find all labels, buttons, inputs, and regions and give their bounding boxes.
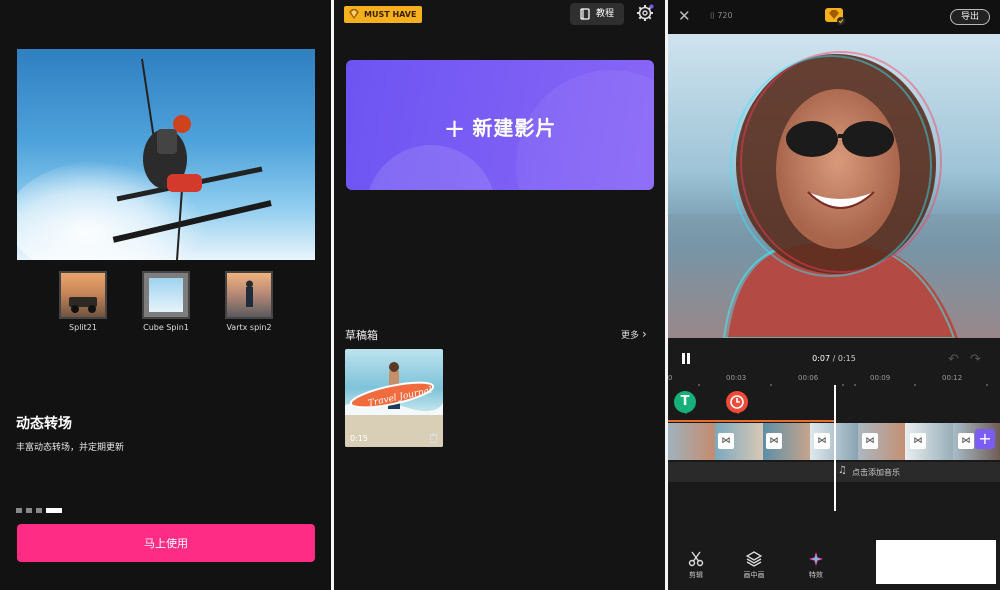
clock-icon: [730, 395, 744, 409]
tool-pip[interactable]: 画中画: [734, 551, 774, 580]
home-screen: MUST HAVE 教程 + 新建影片 草稿箱 更多 › Travel Journa…: [334, 0, 665, 590]
use-now-button[interactable]: 马上使用: [17, 524, 315, 562]
transition-thumb-split21[interactable]: [59, 271, 107, 319]
hero-skier-image: [17, 49, 315, 260]
pip-track-marker[interactable]: [726, 391, 748, 414]
plus-icon: +: [443, 114, 467, 144]
white-overlay-block: [876, 540, 996, 584]
drafts-section-title: 草稿箱: [345, 329, 378, 342]
video-preview: [668, 34, 1000, 338]
clip-thumb[interactable]: [668, 423, 716, 460]
transition-icon[interactable]: ⋈: [766, 433, 782, 449]
ruler-tick: 0: [668, 374, 673, 382]
transition-icon[interactable]: ⋈: [814, 433, 830, 449]
playhead[interactable]: [834, 385, 836, 511]
draft-card[interactable]: Travel Journal 0:15: [345, 349, 443, 447]
transition-icon[interactable]: ⋈: [910, 433, 926, 449]
ruler-tick: 00:06: [798, 374, 819, 382]
scissors-icon: [688, 551, 704, 567]
ruler-tick: 00:03: [726, 374, 747, 382]
transition-icon[interactable]: ⋈: [718, 433, 734, 449]
transition-icon[interactable]: ⋈: [862, 433, 878, 449]
transition-thumb-vartx-spin2[interactable]: [225, 271, 273, 319]
trash-icon[interactable]: [429, 433, 438, 443]
add-music-label: 点击添加音乐: [852, 468, 900, 477]
tool-label: 剪辑: [689, 571, 703, 579]
gem-icon: [349, 9, 359, 19]
playback-controls: 0:07 / 0:15 ↶ ↷: [668, 345, 1000, 371]
feature-title: 动态转场: [16, 416, 72, 432]
page-indicator: [16, 508, 62, 513]
redo-icon[interactable]: ↷: [970, 352, 981, 367]
layers-icon: [746, 551, 762, 567]
more-link[interactable]: 更多 ›: [621, 327, 647, 341]
page-dot[interactable]: [36, 508, 42, 513]
page-dot[interactable]: [26, 508, 32, 513]
gear-icon[interactable]: [636, 4, 654, 22]
resolution-selector[interactable]: ⌷ 720: [710, 11, 733, 21]
export-button[interactable]: 导出: [950, 9, 990, 25]
page-dot[interactable]: [16, 508, 22, 513]
tool-effects[interactable]: 特效: [796, 551, 836, 580]
onboarding-screen: Split21 Cube Spin1 Vartx spin2 动态转场 丰富动态…: [0, 0, 331, 590]
total-time: 0:15: [837, 354, 856, 363]
sparkle-icon: [809, 552, 823, 566]
resolution-label: 720: [717, 11, 733, 20]
thumb-label-vartx-spin2: Vartx spin2: [226, 323, 272, 332]
ruler-tick: 00:09: [870, 374, 891, 382]
thumb-label-split21: Split21: [69, 323, 97, 332]
tool-label: 特效: [809, 571, 823, 579]
more-label: 更多: [621, 331, 640, 341]
transition-thumb-cube-spin1[interactable]: [142, 271, 190, 319]
ruler-tick: 00:12: [942, 374, 963, 382]
tool-cut[interactable]: 剪辑: [676, 551, 716, 580]
book-icon: [580, 8, 590, 20]
must-have-badge[interactable]: MUST HAVE: [344, 6, 423, 23]
editor-screen: ✕ ⌷ 720 导出 0:07 / 0:15 ↶ ↷ 0 00:03 00:06…: [668, 0, 1000, 590]
feature-subtitle: 丰富动态转场，并定期更新: [16, 443, 125, 453]
new-project-label: 新建影片: [472, 116, 557, 140]
page-dot-active[interactable]: [46, 508, 62, 513]
current-time: 0:07: [812, 354, 831, 363]
chevron-right-icon: ›: [642, 327, 647, 341]
undo-icon[interactable]: ↶: [948, 352, 959, 367]
add-clip-button[interactable]: +: [975, 429, 995, 449]
transition-icon[interactable]: ⋈: [958, 433, 974, 449]
editor-top-bar: ✕ ⌷ 720 导出: [668, 0, 1000, 34]
tool-label: 画中画: [743, 571, 765, 579]
premium-gem-icon[interactable]: [825, 7, 845, 25]
must-have-label: MUST HAVE: [364, 10, 417, 19]
tutorial-label: 教程: [596, 9, 615, 19]
pip-track-line: [668, 420, 834, 422]
draft-duration: 0:15: [350, 434, 368, 443]
new-project-card[interactable]: + 新建影片: [346, 60, 654, 190]
music-note-icon: ♫: [838, 465, 847, 476]
thumb-label-cube-spin1: Cube Spin1: [143, 323, 189, 332]
text-track-marker[interactable]: T: [674, 391, 696, 414]
close-icon[interactable]: ✕: [678, 9, 691, 24]
tutorial-button[interactable]: 教程: [570, 3, 624, 25]
